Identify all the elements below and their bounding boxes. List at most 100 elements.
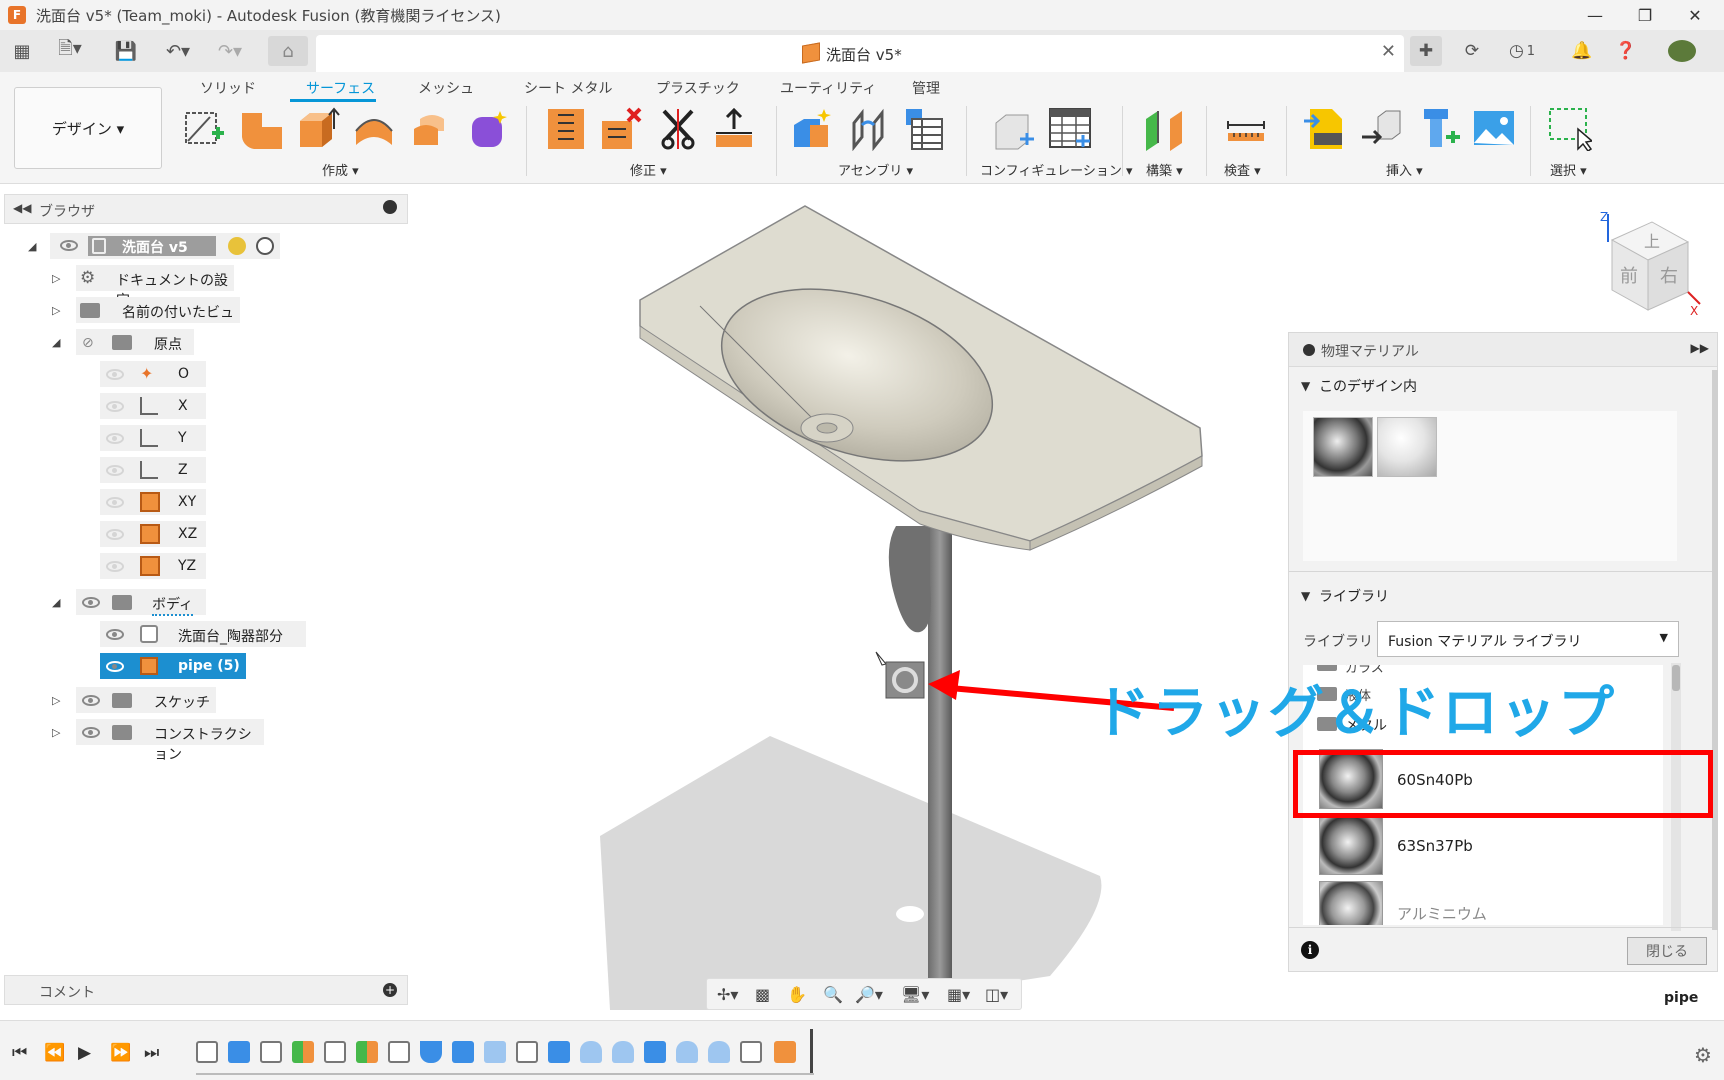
- zoom-icon[interactable]: 🔍: [823, 985, 843, 1004]
- joint-icon[interactable]: [846, 107, 890, 151]
- tree-body-pipe-selected[interactable]: pipe (5): [100, 653, 246, 679]
- visibility-eye-icon[interactable]: [82, 597, 100, 608]
- fit-zoom-icon[interactable]: 🔎▾: [855, 985, 883, 1004]
- visibility-eye-icon[interactable]: [106, 433, 124, 444]
- display-settings-icon[interactable]: 🖥▾: [901, 985, 929, 1004]
- timeline-combine-feature[interactable]: [644, 1041, 666, 1063]
- timeline-extrude-feature[interactable]: [228, 1041, 250, 1063]
- visibility-eye-icon[interactable]: [106, 465, 124, 476]
- form-icon[interactable]: [466, 107, 510, 151]
- library-scrollbar-thumb[interactable]: [1672, 665, 1680, 691]
- step-back-icon[interactable]: ⏪: [44, 1043, 65, 1063]
- library-section-title[interactable]: ライブラリ: [1319, 586, 1389, 606]
- timeline-sketch-feature[interactable]: [516, 1041, 538, 1063]
- visibility-eye-icon[interactable]: [106, 369, 124, 380]
- grid-settings-icon[interactable]: ▦▾: [947, 985, 970, 1004]
- group-create-label[interactable]: 作成 ▾: [322, 160, 359, 179]
- box-icon[interactable]: [296, 107, 340, 151]
- hidden-eye-icon[interactable]: ⊘: [82, 335, 94, 351]
- collapse-triangle-icon[interactable]: ◢: [52, 336, 60, 349]
- tab-plastic[interactable]: プラスチック: [656, 78, 740, 98]
- look-at-icon[interactable]: ▩: [755, 985, 770, 1004]
- timeline-shell-feature[interactable]: [484, 1041, 506, 1063]
- configuration-table-icon[interactable]: [1048, 107, 1092, 151]
- thicken-icon[interactable]: [544, 107, 588, 151]
- configure-design-icon[interactable]: [992, 107, 1036, 151]
- timeline-extrude-feature[interactable]: [548, 1041, 570, 1063]
- play-icon[interactable]: ▶: [78, 1043, 91, 1063]
- expand-triangle-icon[interactable]: ▷: [52, 726, 60, 739]
- tab-surface[interactable]: サーフェス: [306, 78, 375, 98]
- restore-button[interactable]: ❐: [1620, 0, 1670, 30]
- timeline-sketch-feature[interactable]: [324, 1041, 346, 1063]
- visibility-eye-icon[interactable]: [106, 629, 124, 640]
- timeline-sketch-feature[interactable]: [260, 1041, 282, 1063]
- add-comment-icon[interactable]: +: [383, 983, 397, 997]
- new-component-icon[interactable]: [790, 107, 834, 151]
- refresh-icon[interactable]: ⟳: [1456, 36, 1488, 66]
- insert-svg-icon[interactable]: [1302, 107, 1346, 151]
- in-design-section-title[interactable]: このデザイン内: [1319, 376, 1417, 396]
- tab-manage[interactable]: 管理: [912, 78, 940, 98]
- tree-origin-plane-xy[interactable]: XY: [100, 489, 206, 515]
- visibility-eye-icon[interactable]: [60, 240, 78, 251]
- group-modify-label[interactable]: 修正 ▾: [630, 160, 667, 179]
- collapse-browser-icon[interactable]: ◀◀: [13, 201, 31, 215]
- data-panel-grid-icon[interactable]: ▦: [10, 38, 34, 64]
- delete-face-icon[interactable]: [600, 107, 644, 151]
- orbit-icon[interactable]: ✢▾: [717, 985, 738, 1004]
- tree-named-views[interactable]: 名前の付いたビュー: [76, 297, 240, 341]
- offset-plane-icon[interactable]: [1142, 107, 1186, 151]
- activate-radio-icon[interactable]: [256, 237, 274, 255]
- tab-sheet-metal[interactable]: シート メタル: [524, 78, 612, 98]
- redo-icon[interactable]: ↷▾: [210, 38, 250, 64]
- tree-origin-point[interactable]: ✦ O: [100, 361, 206, 387]
- tab-solid[interactable]: ソリッド: [200, 78, 256, 98]
- timeline-combine-feature[interactable]: [452, 1041, 474, 1063]
- extend-icon[interactable]: [712, 107, 756, 151]
- tab-mesh[interactable]: メッシュ: [418, 78, 474, 98]
- timeline-sketch-feature[interactable]: [740, 1041, 762, 1063]
- tree-origin-axis-z[interactable]: Z: [100, 457, 206, 483]
- timeline-settings-gear-icon[interactable]: ⚙: [1694, 1043, 1712, 1067]
- timeline-sketch-feature[interactable]: [388, 1041, 410, 1063]
- bill-of-materials-icon[interactable]: [902, 107, 946, 151]
- job-status-icon[interactable]: ◷ 1: [1500, 36, 1544, 66]
- notifications-bell-icon[interactable]: 🔔: [1566, 36, 1598, 66]
- view-cube-front-label[interactable]: 前: [1620, 262, 1638, 288]
- panel-expand-icon[interactable]: ▶▶: [1691, 341, 1709, 355]
- visibility-eye-icon[interactable]: [106, 561, 124, 572]
- tree-origin-axis-x[interactable]: X: [100, 393, 206, 419]
- document-tab[interactable]: 洗面台 v5* ✕: [316, 35, 1404, 72]
- go-to-start-icon[interactable]: ⏮: [12, 1043, 27, 1063]
- timeline-appearance-feature[interactable]: [774, 1041, 796, 1063]
- expand-triangle-icon[interactable]: ▷: [52, 272, 60, 285]
- timeline-sketch-feature[interactable]: [196, 1041, 218, 1063]
- panel-minimize-icon[interactable]: [1303, 344, 1315, 356]
- group-insert-label[interactable]: 挿入 ▾: [1386, 160, 1423, 179]
- viewports-icon[interactable]: ◫▾: [985, 985, 1008, 1004]
- save-icon[interactable]: 💾: [114, 38, 138, 64]
- material-swatch-ceramic[interactable]: [1377, 417, 1437, 477]
- close-panel-button[interactable]: 閉じる: [1627, 937, 1707, 965]
- collapse-triangle-icon[interactable]: ◢: [52, 596, 60, 609]
- visibility-eye-icon[interactable]: [106, 529, 124, 540]
- tree-bodies[interactable]: ボディ: [76, 589, 206, 616]
- timeline-marker[interactable]: [810, 1029, 813, 1073]
- tree-doc-settings[interactable]: ⚙ ドキュメントの設定: [76, 265, 234, 309]
- tree-origin-plane-yz[interactable]: YZ: [100, 553, 206, 579]
- tree-construction[interactable]: コンストラクション: [76, 719, 264, 763]
- visibility-eye-icon[interactable]: [106, 661, 124, 672]
- expand-triangle-icon[interactable]: ◢: [28, 240, 36, 253]
- tree-sketches[interactable]: スケッチ: [76, 687, 216, 713]
- insert-derive-icon[interactable]: [1360, 107, 1404, 151]
- group-configure-label[interactable]: コンフィギュレーション ▾: [980, 160, 1133, 179]
- info-icon[interactable]: i: [1301, 941, 1319, 959]
- offset-icon[interactable]: [410, 107, 454, 151]
- timeline-sweep-feature[interactable]: [420, 1041, 442, 1063]
- trim-scissors-icon[interactable]: [656, 107, 700, 151]
- library-dropdown[interactable]: Fusion マテリアル ライブラリ ▼: [1377, 621, 1679, 657]
- group-select-label[interactable]: 選択 ▾: [1550, 160, 1587, 179]
- insert-mcmaster-icon[interactable]: [1416, 107, 1460, 151]
- visibility-eye-icon[interactable]: [82, 695, 100, 706]
